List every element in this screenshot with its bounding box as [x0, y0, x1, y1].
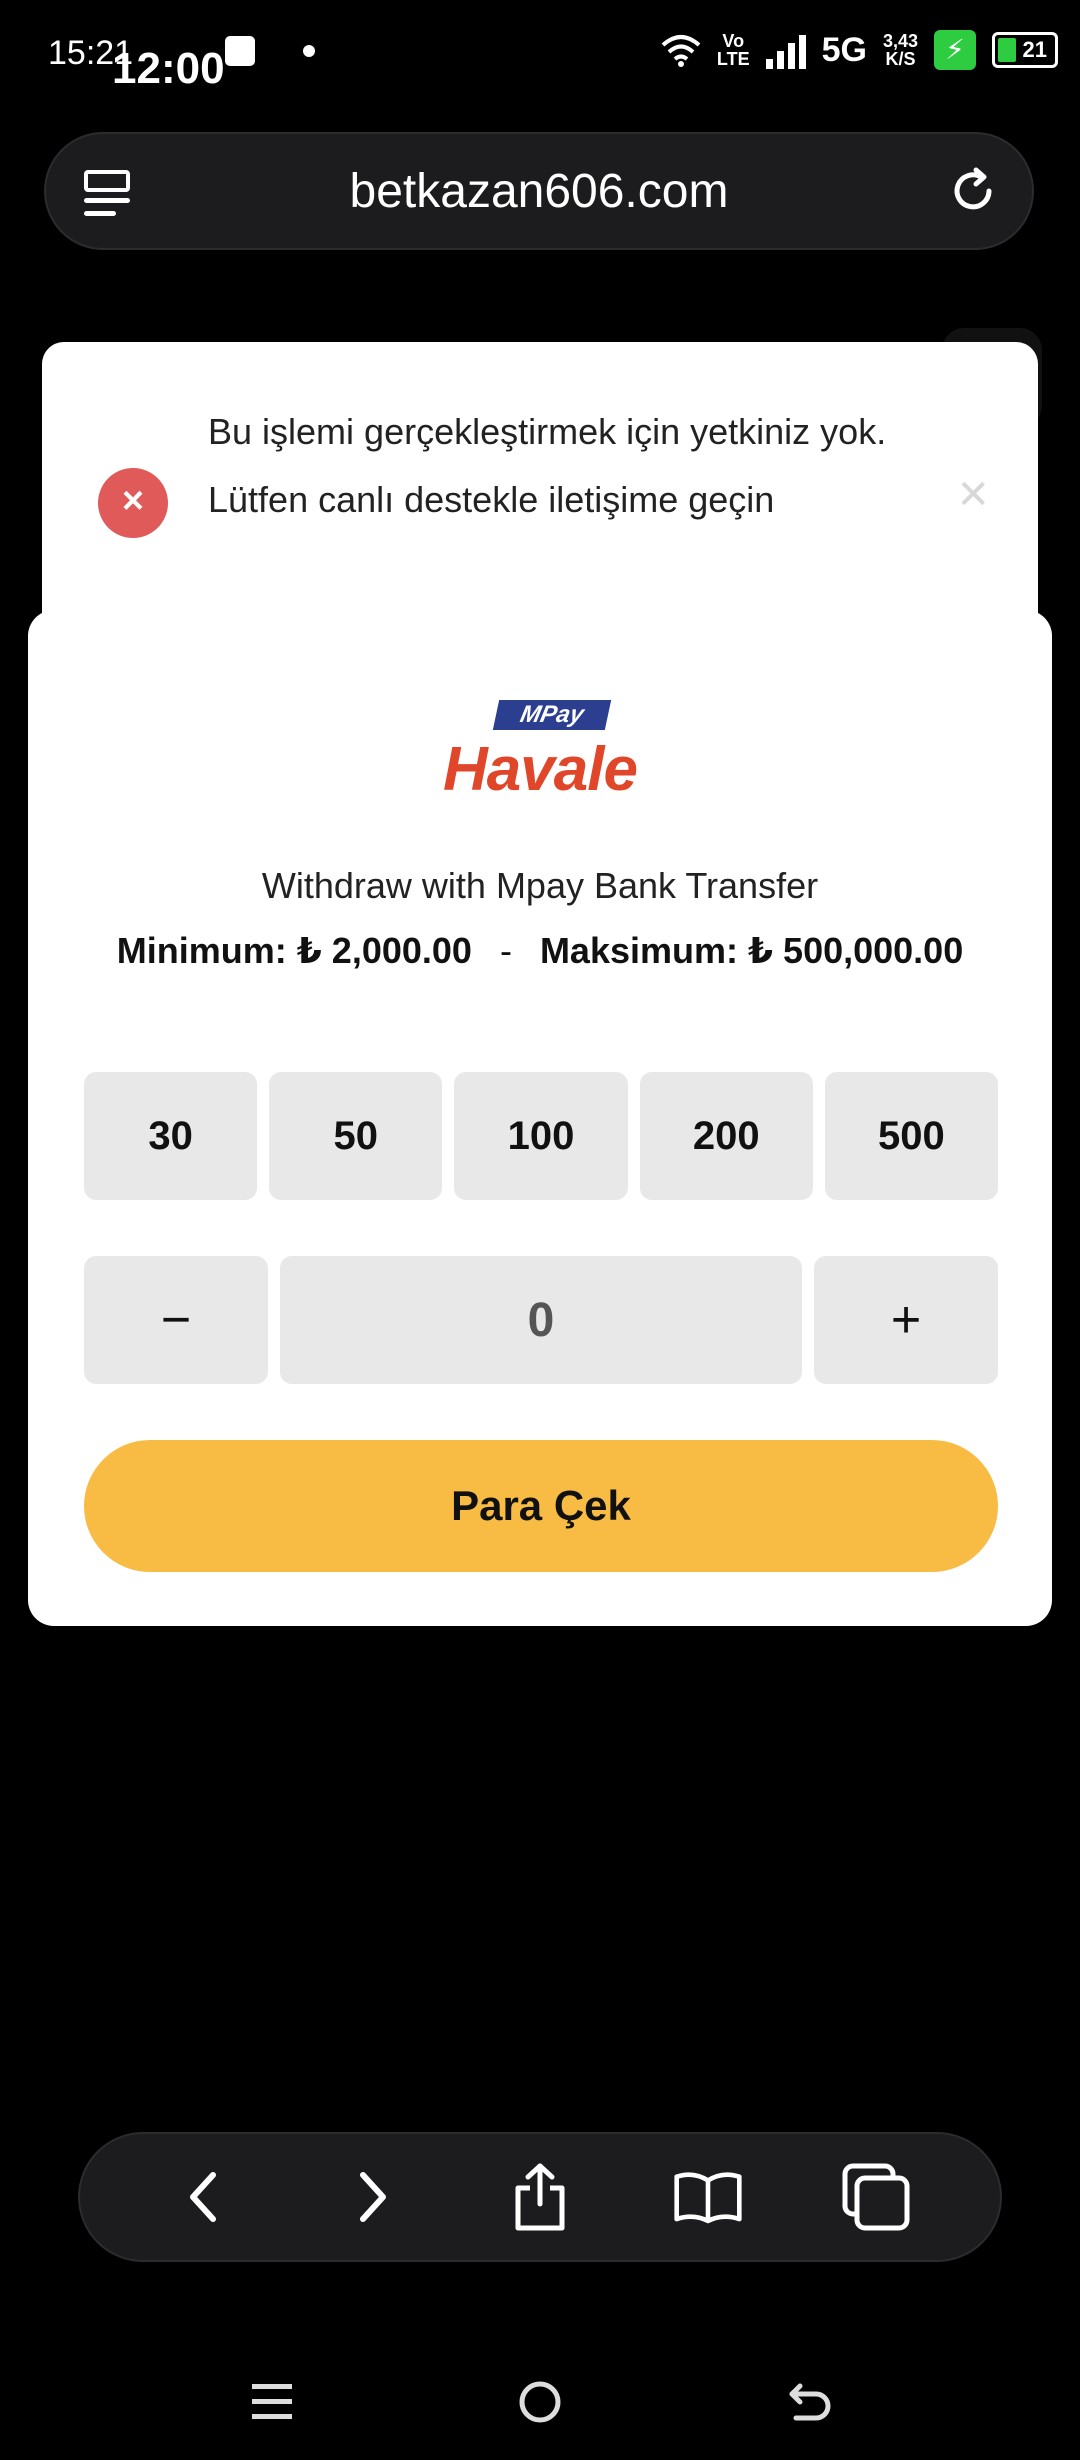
status-bar: 15:21 12:00 Vo LTE 5G 3,43 K/S ⚡ 21: [0, 0, 1080, 110]
share-icon: [515, 2163, 565, 2231]
wifi-icon: [661, 35, 701, 67]
back-gesture-icon[interactable]: [782, 2374, 838, 2430]
browser-toolbar: [78, 2132, 1002, 2262]
withdraw-card: MPay Havale Withdraw with Mpay Bank Tran…: [28, 610, 1052, 1626]
volte-label: Vo LTE: [716, 31, 750, 69]
tabs-icon: [842, 2163, 910, 2231]
network-speed: 3,43 K/S: [882, 31, 918, 69]
logo-mpay-text: MPay: [492, 700, 612, 730]
increment-button[interactable]: +: [814, 1256, 998, 1384]
forward-button[interactable]: [337, 2162, 407, 2232]
system-navigation: [0, 2360, 1080, 2440]
quick-amount-button[interactable]: 200: [639, 1072, 813, 1200]
recents-icon[interactable]: [244, 2374, 300, 2430]
notification-icons: [225, 36, 315, 66]
chevron-left-icon: [190, 2172, 216, 2222]
chevron-right-icon: [360, 2172, 386, 2222]
status-right-icons: Vo LTE 5G 3,43 K/S ⚡ 21: [661, 30, 1058, 70]
battery-level: 21: [1022, 37, 1047, 62]
quick-amount-button[interactable]: 500: [824, 1072, 999, 1200]
amount-input[interactable]: 0: [280, 1256, 802, 1384]
toast-message: Bu işlemi gerçekleştirmek için yetkiniz …: [208, 411, 887, 520]
mpay-havale-logo: MPay Havale: [28, 700, 1052, 820]
quick-amount-button[interactable]: 50: [269, 1072, 443, 1200]
quick-amount-button[interactable]: 30: [84, 1072, 258, 1200]
withdraw-limits: Minimum: ₺ 2,000.00- Maksimum: ₺ 500,000.…: [28, 930, 1052, 972]
book-icon: [674, 2172, 742, 2224]
charging-icon: ⚡: [934, 30, 976, 70]
bookmarks-button[interactable]: [673, 2162, 743, 2232]
tabs-button[interactable]: [841, 2162, 911, 2232]
amount-stepper: − 0 +: [84, 1256, 998, 1384]
quick-amount-button[interactable]: 100: [454, 1072, 628, 1200]
network-type: 5G: [821, 30, 867, 69]
address-bar[interactable]: betkazan606.com: [44, 132, 1034, 250]
back-button[interactable]: [169, 2162, 239, 2232]
decrement-button[interactable]: −: [84, 1256, 268, 1384]
limit-separator: -: [499, 930, 512, 971]
withdraw-title: Withdraw with Mpay Bank Transfer: [261, 865, 819, 906]
error-icon: ×: [98, 468, 168, 538]
battery-icon: 21: [992, 32, 1058, 68]
signal-bars-icon: [765, 31, 806, 69]
url-text[interactable]: betkazan606.com: [46, 164, 1032, 219]
logo-havale-text: Havale: [443, 735, 638, 804]
minimum-limit: Minimum: ₺ 2,000.00: [116, 930, 472, 971]
status-time-large: 12:00: [112, 44, 225, 93]
share-button[interactable]: [505, 2162, 575, 2232]
more-notifications-dot-icon: [303, 45, 315, 57]
error-toast: × Bu işlemi gerçekleştirmek için yetkini…: [42, 342, 1038, 642]
quick-amounts: 30 50 100 200 500: [84, 1072, 999, 1200]
close-icon[interactable]: ✕: [956, 472, 990, 518]
maximum-limit: Maksimum: ₺ 500,000.00: [539, 930, 964, 971]
home-icon[interactable]: [512, 2374, 568, 2430]
reload-icon[interactable]: [946, 164, 1000, 218]
withdraw-button[interactable]: Para Çek: [84, 1440, 998, 1572]
notification-app-icon: [225, 36, 255, 66]
